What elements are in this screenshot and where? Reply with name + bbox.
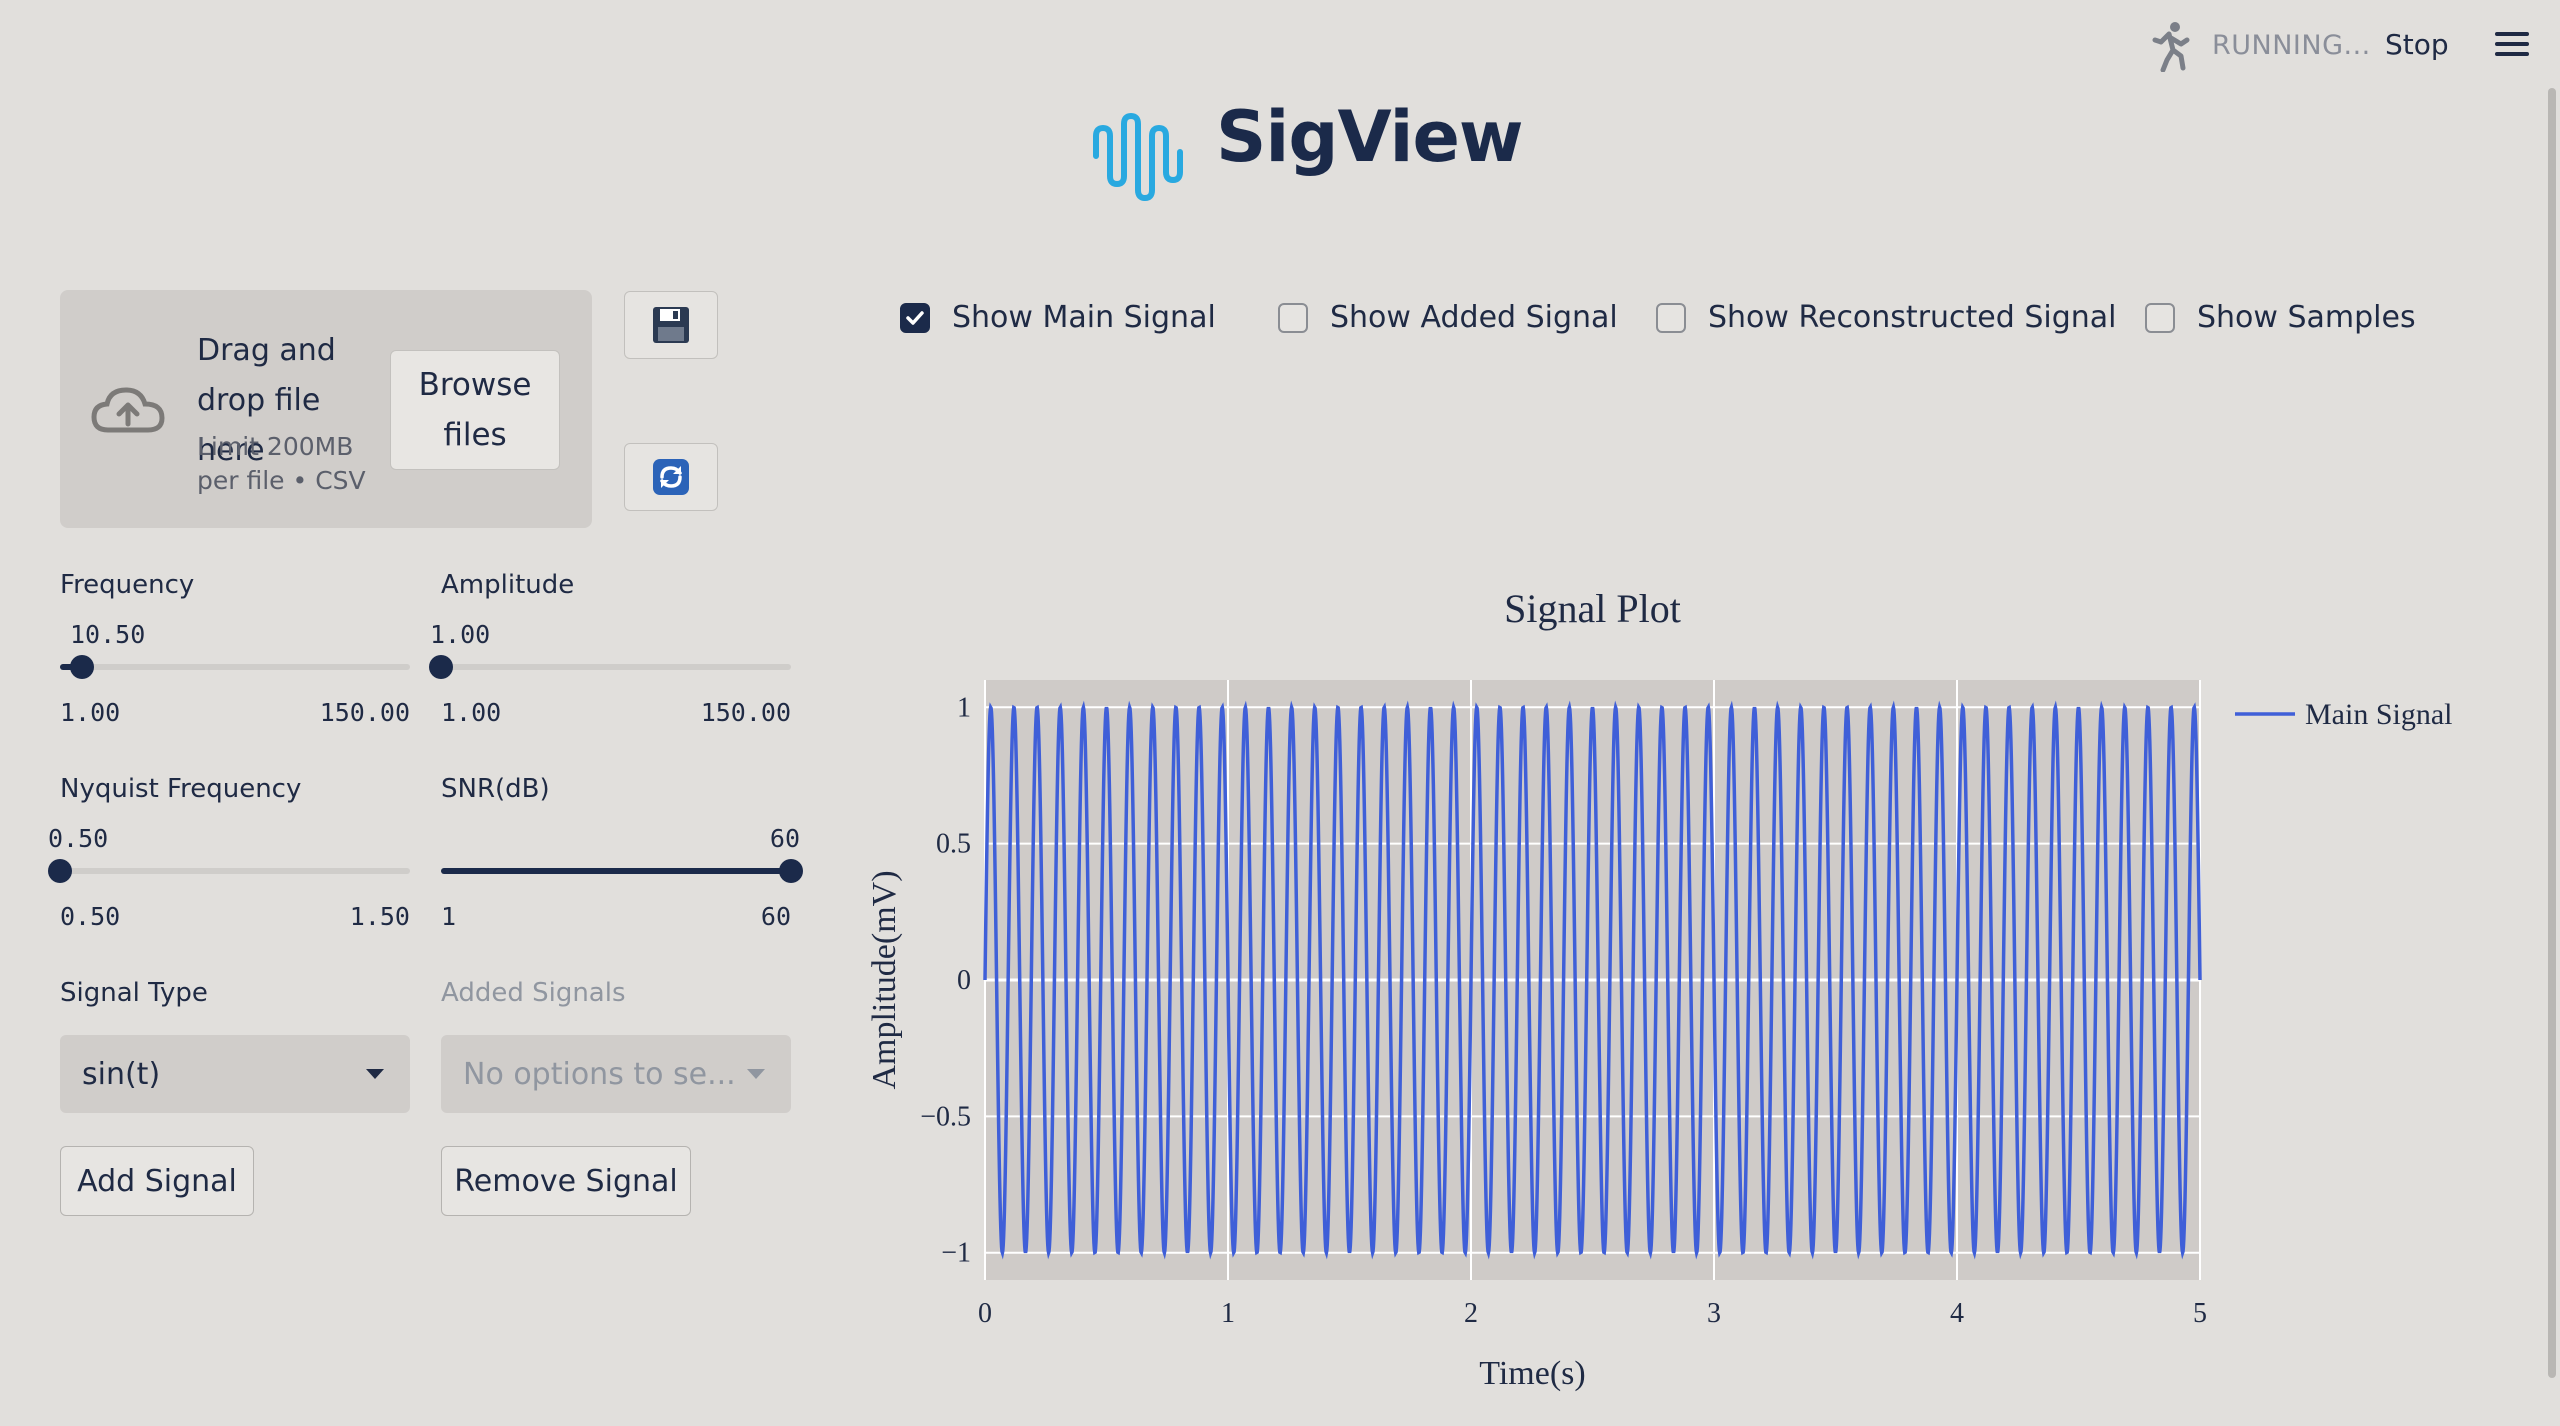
hamburger-menu-icon[interactable] bbox=[2495, 32, 2529, 60]
running-person-icon bbox=[2152, 22, 2190, 72]
snr-slider-thumb[interactable] bbox=[779, 859, 803, 883]
frequency-slider[interactable] bbox=[60, 655, 410, 679]
chevron-down-icon bbox=[366, 1069, 384, 1079]
amplitude-value: 1.00 bbox=[430, 620, 491, 649]
x-tick-label: 0 bbox=[978, 1298, 992, 1329]
nyquist-frequency-label: Nyquist Frequency bbox=[60, 774, 302, 804]
signal-type-label: Signal Type bbox=[60, 978, 208, 1008]
checkbox-label: Show Main Signal bbox=[952, 300, 1216, 335]
nyquist-frequency-min: 0.50 bbox=[60, 902, 121, 931]
add-signal-button[interactable]: Add Signal bbox=[60, 1146, 254, 1216]
x-tick-label: 1 bbox=[1221, 1298, 1235, 1329]
refresh-button[interactable] bbox=[624, 443, 718, 511]
frequency-label: Frequency bbox=[60, 570, 195, 600]
amplitude-label: Amplitude bbox=[441, 570, 575, 600]
added-signals-placeholder: No options to se... bbox=[463, 1056, 736, 1092]
checkbox-label: Show Samples bbox=[2197, 300, 2416, 335]
frequency-slider-thumb[interactable] bbox=[70, 655, 95, 679]
y-tick-label: −1 bbox=[941, 1238, 971, 1269]
nyquist-frequency-max: 1.50 bbox=[349, 902, 410, 931]
x-tick-label: 2 bbox=[1464, 1298, 1478, 1329]
snr-min: 1 bbox=[441, 902, 457, 931]
checkbox-label: Show Added Signal bbox=[1330, 300, 1618, 335]
signal-type-select[interactable]: sin(t) bbox=[60, 1035, 410, 1113]
upload-limit-text: Limit 200MB per file • CSV bbox=[197, 432, 366, 495]
checkbox-box[interactable] bbox=[1278, 302, 1308, 333]
amplitude-slider-thumb[interactable] bbox=[429, 655, 453, 679]
chart-title: Signal Plot bbox=[1504, 586, 1681, 631]
show-samples-checkbox[interactable]: Show Samples bbox=[2145, 300, 2416, 335]
snr-value: 60 bbox=[769, 824, 800, 853]
refresh-icon bbox=[653, 459, 689, 495]
browse-files-label: Browse files bbox=[418, 367, 532, 453]
y-tick-label: −0.5 bbox=[920, 1101, 971, 1132]
x-tick-label: 3 bbox=[1707, 1298, 1721, 1329]
frequency-min: 1.00 bbox=[60, 698, 121, 727]
remove-signal-button[interactable]: Remove Signal bbox=[441, 1146, 691, 1216]
checkmark-icon bbox=[906, 310, 924, 325]
stop-button[interactable]: Stop bbox=[2385, 28, 2449, 61]
x-tick-label: 4 bbox=[1950, 1298, 1964, 1329]
nyquist-frequency-slider-thumb[interactable] bbox=[48, 859, 72, 883]
browse-files-button[interactable]: Browse files bbox=[390, 350, 560, 470]
y-tick-label: 1 bbox=[957, 692, 971, 723]
legend-label: Main Signal bbox=[2305, 698, 2453, 731]
chevron-down-icon bbox=[747, 1069, 765, 1079]
y-axis-label: Amplitude(mV) bbox=[866, 870, 903, 1089]
running-status: RUNNING... bbox=[2212, 30, 2371, 61]
cloud-upload-icon bbox=[91, 387, 165, 433]
scrollbar[interactable] bbox=[2548, 88, 2556, 1378]
checkbox-box[interactable] bbox=[2145, 302, 2175, 333]
added-signals-select[interactable]: No options to se... bbox=[441, 1035, 791, 1113]
amplitude-max: 150.00 bbox=[700, 698, 791, 727]
show-reconstructed-signal-checkbox[interactable]: Show Reconstructed Signal bbox=[1656, 300, 2117, 335]
floppy-disk-icon bbox=[653, 307, 689, 343]
snr-max: 60 bbox=[760, 902, 791, 931]
checkbox-box[interactable] bbox=[900, 302, 930, 333]
y-tick-label: 0 bbox=[957, 965, 971, 996]
frequency-value: 10.50 bbox=[70, 620, 146, 649]
snr-label: SNR(dB) bbox=[441, 774, 550, 804]
checkbox-label: Show Reconstructed Signal bbox=[1708, 300, 2117, 335]
x-tick-label: 5 bbox=[2193, 1298, 2207, 1329]
checkbox-box[interactable] bbox=[1656, 302, 1686, 333]
nyquist-frequency-slider[interactable] bbox=[48, 859, 410, 883]
nyquist-frequency-value: 0.50 bbox=[48, 824, 109, 853]
show-added-signal-checkbox[interactable]: Show Added Signal bbox=[1278, 300, 1618, 335]
app-title: SigView bbox=[1216, 96, 1524, 178]
signal-type-selected: sin(t) bbox=[82, 1056, 161, 1092]
show-main-signal-checkbox[interactable]: Show Main Signal bbox=[900, 300, 1216, 335]
amplitude-slider[interactable] bbox=[429, 655, 791, 679]
frequency-max: 150.00 bbox=[319, 698, 410, 727]
y-tick-label: 0.5 bbox=[936, 829, 971, 860]
save-button[interactable] bbox=[624, 291, 718, 359]
added-signals-label: Added Signals bbox=[441, 978, 626, 1008]
x-axis-label: Time(s) bbox=[1479, 1355, 1585, 1392]
snr-slider[interactable] bbox=[441, 859, 803, 883]
signal-plot-chart[interactable]: 0 1 2 3 4 5 1 0.5 0 −0.5 −1 Signal Plot Time(s) Ampli… bbox=[820, 560, 2480, 1410]
waveform-logo-icon bbox=[1093, 112, 1183, 202]
amplitude-min: 1.00 bbox=[441, 698, 502, 727]
